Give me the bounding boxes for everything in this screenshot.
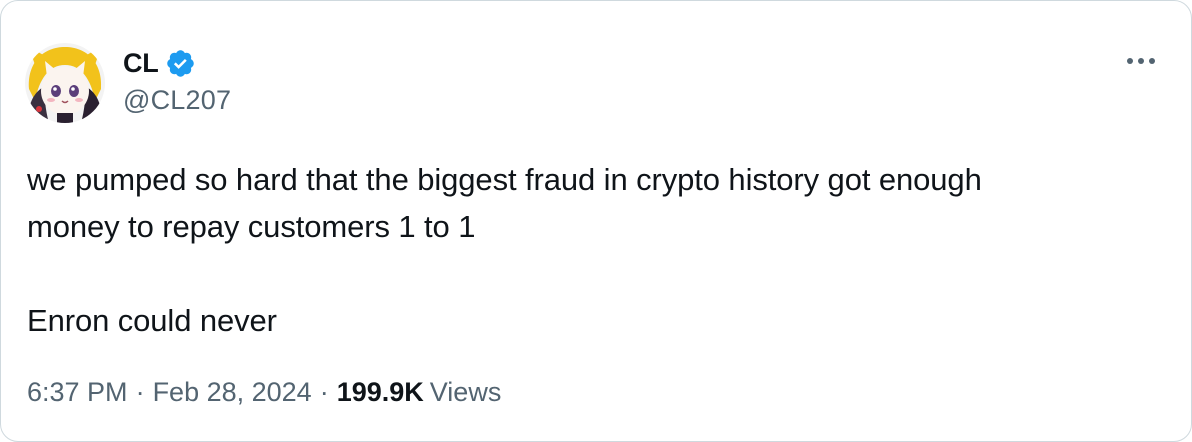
more-button[interactable]: [1119, 47, 1163, 75]
meta-separator: ·: [135, 377, 145, 407]
tweet-text-line: we pumped so hard that the biggest fraud…: [27, 162, 982, 197]
views-label[interactable]: Views: [430, 377, 502, 408]
avatar[interactable]: [25, 43, 105, 123]
avatar-image: [25, 43, 105, 123]
display-name[interactable]: CL: [123, 48, 159, 79]
views-count[interactable]: 199.9K: [337, 377, 424, 408]
tweet-date[interactable]: Feb 28, 2024: [153, 377, 312, 408]
meta-separator: ·: [319, 377, 329, 407]
handle[interactable]: @CL207: [123, 85, 231, 116]
name-row: CL: [123, 45, 231, 81]
tweet-card: CL @CL207 we pumped so hard that the big…: [0, 0, 1192, 442]
more-horizontal-icon: [1127, 58, 1155, 64]
verified-badge-icon[interactable]: [165, 48, 196, 79]
tweet-text-line: Enron could never: [27, 303, 277, 338]
tweet-meta: 6:37 PM · Feb 28, 2024 · 199.9K Views: [27, 377, 501, 408]
tweet-text: we pumped so hard that the biggest fraud…: [27, 156, 1157, 344]
tweet-time[interactable]: 6:37 PM: [27, 377, 128, 408]
author-info: CL @CL207: [123, 45, 231, 116]
tweet-text-line: money to repay customers 1 to 1: [27, 209, 476, 244]
